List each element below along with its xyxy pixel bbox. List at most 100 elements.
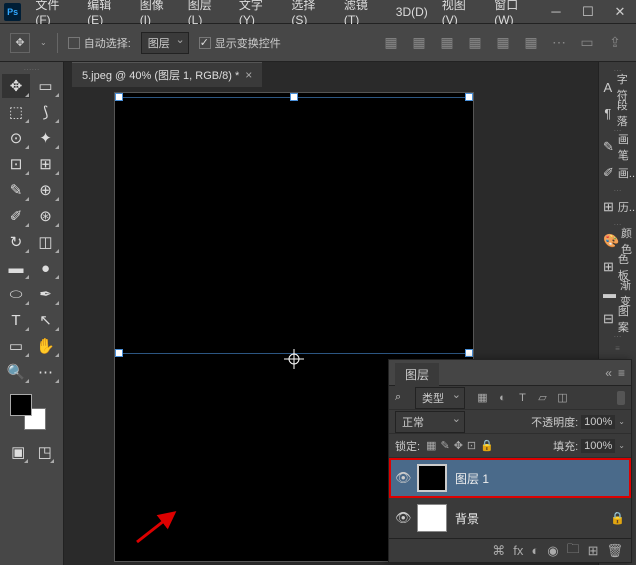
- foreground-color[interactable]: [10, 394, 32, 416]
- align-left-icon[interactable]: ▦: [380, 32, 402, 54]
- blend-mode-dropdown[interactable]: 正常: [395, 411, 465, 433]
- quick-mask-tool[interactable]: ▣: [8, 440, 29, 464]
- artboard-tool[interactable]: ▭: [32, 74, 60, 98]
- transform-handle-tc[interactable]: [290, 93, 298, 101]
- healing-tool[interactable]: ⊕: [32, 178, 60, 202]
- panel-pattern[interactable]: ⊟图案: [599, 306, 636, 332]
- dodge-tool[interactable]: ⬭: [2, 282, 30, 306]
- filter-shape-icon[interactable]: ▱: [535, 390, 550, 405]
- layer-name[interactable]: 图层 1: [455, 470, 489, 487]
- minimize-button[interactable]: ─: [544, 3, 568, 21]
- lock-all-icon[interactable]: 🔒: [480, 439, 494, 452]
- eyedropper-tool[interactable]: ✎: [2, 178, 30, 202]
- transform-handle-ml[interactable]: [115, 349, 123, 357]
- filter-switch[interactable]: [617, 391, 625, 405]
- transform-handle-tr[interactable]: [465, 93, 473, 101]
- align-middle-icon[interactable]: ▦: [492, 32, 514, 54]
- visibility-toggle[interactable]: 👁: [395, 470, 409, 486]
- filter-pixel-icon[interactable]: ▦: [475, 390, 490, 405]
- maximize-button[interactable]: ☐: [576, 3, 600, 21]
- panel-brush-presets[interactable]: ✐画...: [599, 160, 636, 186]
- transform-handle-tl[interactable]: [115, 93, 123, 101]
- zoom-tool[interactable]: 🔍: [2, 360, 30, 384]
- lock-pixels-icon[interactable]: ▦: [426, 439, 436, 452]
- search-icon[interactable]: ⌕: [395, 391, 409, 404]
- move-tool-indicator[interactable]: ✥: [10, 33, 30, 53]
- fill-value[interactable]: 100%: [581, 439, 615, 453]
- collapse-panel-icon[interactable]: «: [605, 366, 612, 380]
- layer-row[interactable]: 👁 背景 🔒: [389, 498, 631, 538]
- menu-3d[interactable]: 3D(D): [390, 3, 434, 21]
- history-brush-tool[interactable]: ↻: [2, 230, 30, 254]
- path-select-tool[interactable]: ↖: [32, 308, 60, 332]
- filter-smart-icon[interactable]: ◫: [555, 390, 570, 405]
- layers-list: 👁 图层 1 👁 背景 🔒: [389, 458, 631, 538]
- quick-select-tool[interactable]: ⊙: [2, 126, 30, 150]
- lock-artboard-icon[interactable]: ⊡: [467, 439, 476, 452]
- show-transform-checkbox[interactable]: 显示变换控件: [199, 35, 281, 51]
- blur-tool[interactable]: ●: [32, 256, 60, 280]
- clone-tool[interactable]: ⊛: [32, 204, 60, 228]
- align-top-icon[interactable]: ▦: [464, 32, 486, 54]
- layer-thumbnail[interactable]: [417, 464, 447, 492]
- filter-adjust-icon[interactable]: ◐: [495, 390, 510, 405]
- color-swatches[interactable]: [10, 394, 46, 430]
- new-layer-icon[interactable]: ⊞: [588, 543, 599, 559]
- brush-icon: ✎: [603, 139, 614, 155]
- color-icon: 🎨: [603, 233, 617, 249]
- panel-paragraph[interactable]: ¶段落: [599, 100, 636, 126]
- gradient-tool[interactable]: ▬: [2, 256, 30, 280]
- layer-name[interactable]: 背景: [455, 510, 479, 527]
- filter-type-icon[interactable]: T: [515, 390, 530, 405]
- layer-row[interactable]: 👁 图层 1: [389, 458, 631, 498]
- visibility-toggle[interactable]: 👁: [395, 510, 409, 526]
- close-tab-icon[interactable]: ×: [245, 68, 252, 82]
- transform-handle-mr[interactable]: [465, 349, 473, 357]
- group-icon[interactable]: 🗀: [567, 540, 580, 562]
- brush-tool[interactable]: ✐: [2, 204, 30, 228]
- screen-mode-tool[interactable]: ◳: [35, 440, 56, 464]
- panel-menu-icon[interactable]: ≡: [618, 366, 625, 380]
- filter-type-dropdown[interactable]: 类型: [415, 387, 465, 409]
- align-bottom-icon[interactable]: ▦: [520, 32, 542, 54]
- lock-position-icon[interactable]: ✥: [454, 439, 463, 452]
- link-layers-icon[interactable]: ⌘: [492, 543, 505, 559]
- layer-fx-icon[interactable]: fx: [513, 543, 523, 558]
- panel-brushes[interactable]: ✎画笔: [599, 134, 636, 160]
- eraser-tool[interactable]: ◫: [32, 230, 60, 254]
- delete-layer-icon[interactable]: 🗑: [606, 543, 623, 559]
- frame-tool[interactable]: ⊞: [32, 152, 60, 176]
- layer-mask-icon[interactable]: ◐: [531, 543, 539, 558]
- close-button[interactable]: ✕: [608, 3, 632, 21]
- hand-tool[interactable]: ✋: [32, 334, 60, 358]
- adjustment-layer-icon[interactable]: ◉: [547, 543, 558, 559]
- type-tool[interactable]: T: [2, 308, 30, 332]
- shape-tool[interactable]: ▭: [2, 334, 30, 358]
- opacity-value[interactable]: 100%: [581, 415, 615, 429]
- lock-brush-icon[interactable]: ✎: [440, 439, 449, 452]
- toolbar-grip[interactable]: ⋯⋯: [2, 66, 61, 72]
- distribute-icon[interactable]: ⋯: [548, 32, 570, 54]
- move-tool[interactable]: ✥: [2, 74, 30, 98]
- auto-select-checkbox[interactable]: 自动选择:: [68, 35, 131, 51]
- panel-history[interactable]: ⊞历...: [599, 194, 636, 220]
- document-tab[interactable]: 5.jpeg @ 40% (图层 1, RGB/8) * ×: [72, 62, 262, 87]
- pattern-icon: ⊟: [603, 311, 614, 327]
- layer-thumbnail[interactable]: [417, 504, 447, 532]
- magic-wand-tool[interactable]: ✦: [32, 126, 60, 150]
- more-icon[interactable]: ▭: [576, 32, 598, 54]
- chevron-down-icon[interactable]: ⌄: [618, 417, 625, 426]
- transform-center[interactable]: [284, 349, 304, 369]
- lock-icon[interactable]: 🔒: [610, 511, 625, 525]
- edit-toolbar[interactable]: ⋯: [32, 360, 60, 384]
- pen-tool[interactable]: ✒: [32, 282, 60, 306]
- auto-select-target[interactable]: 图层: [141, 32, 189, 54]
- align-right-icon[interactable]: ▦: [436, 32, 458, 54]
- chevron-down-icon[interactable]: ⌄: [618, 441, 625, 450]
- layers-tab[interactable]: 图层: [395, 363, 439, 386]
- crop-tool[interactable]: ⊡: [2, 152, 30, 176]
- align-center-icon[interactable]: ▦: [408, 32, 430, 54]
- share-icon[interactable]: ⇪: [604, 32, 626, 54]
- lasso-tool[interactable]: ⟆: [32, 100, 60, 124]
- marquee-tool[interactable]: ⬚: [2, 100, 30, 124]
